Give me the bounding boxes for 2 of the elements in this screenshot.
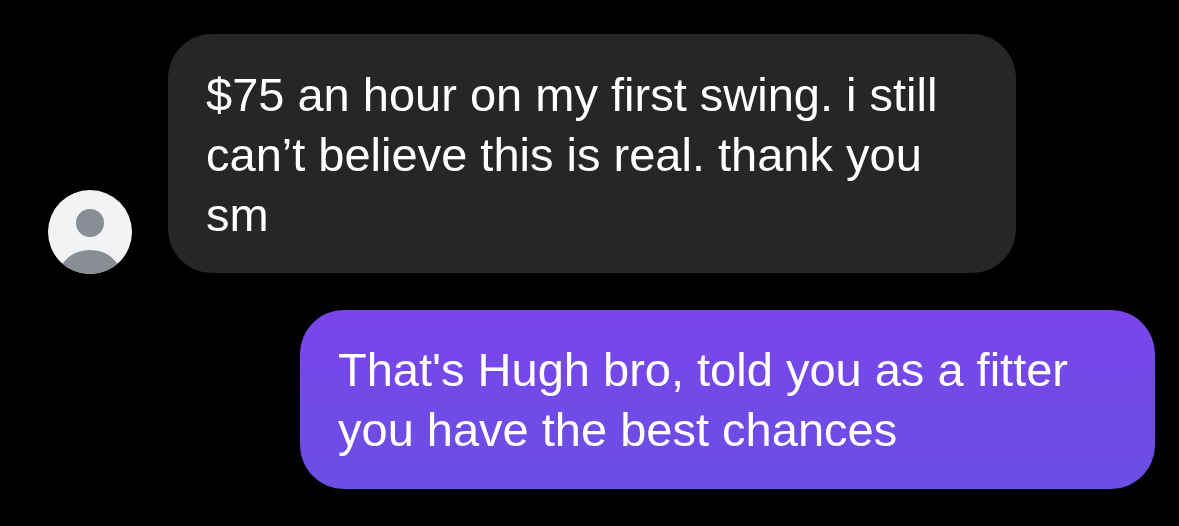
message-bubble: $75 an hour on my first swing. i still can’t believe this is real. thank you sm	[168, 34, 1016, 273]
message-bubble: That's Hugh bro, told you as a fitter you have the best chances	[300, 310, 1155, 489]
